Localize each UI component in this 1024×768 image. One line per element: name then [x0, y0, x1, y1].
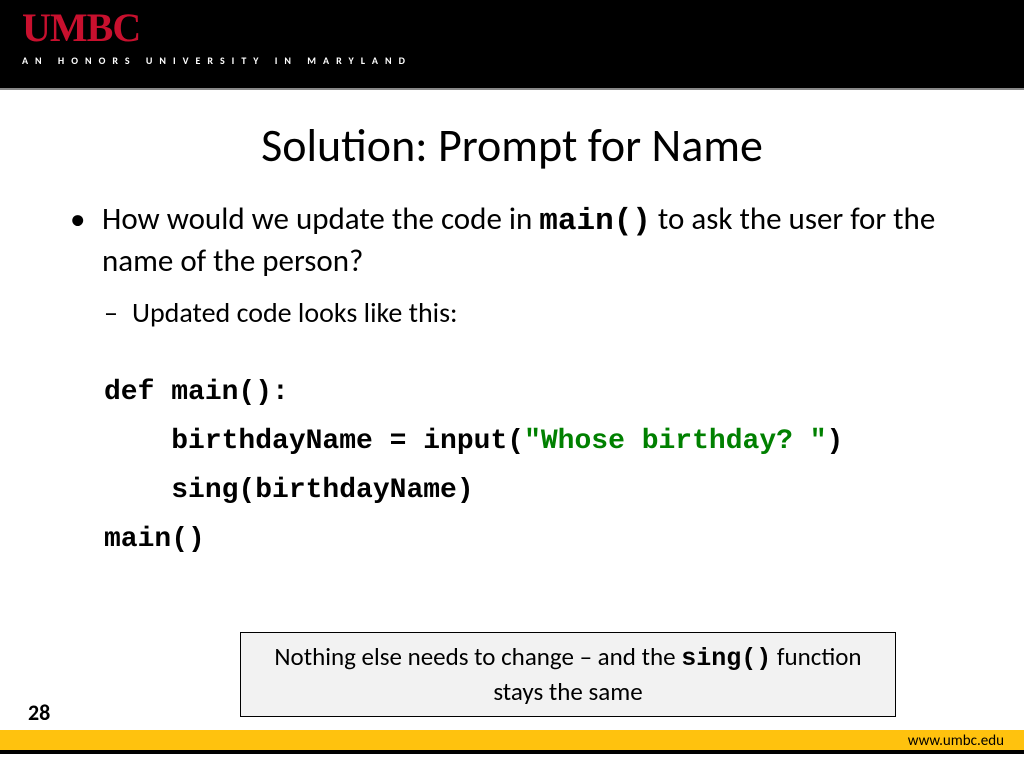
code-line-4: main() — [104, 524, 205, 555]
note-box: Nothing else needs to change – and the s… — [240, 632, 896, 717]
code-line-3: sing(birthdayName) — [104, 475, 474, 506]
header-bar: UMBC AN HONORS UNIVERSITY IN MARYLAND — [0, 0, 1024, 90]
bullet-code: main() — [539, 204, 651, 239]
code-line-1: def main(): — [104, 377, 289, 408]
code-line-2a: birthdayName = input( — [104, 426, 524, 457]
content-area: How would we update the code in main() t… — [0, 174, 1024, 564]
logo-text: UMBC — [22, 8, 1024, 48]
logo-tagline: AN HONORS UNIVERSITY IN MARYLAND — [22, 54, 1024, 67]
slide: UMBC AN HONORS UNIVERSITY IN MARYLAND So… — [0, 0, 1024, 768]
code-line-2c: ) — [827, 426, 844, 457]
code-string: "Whose birthday? " — [524, 426, 826, 457]
footer-line — [0, 750, 1024, 754]
note-code: sing() — [681, 644, 771, 673]
slide-title: Solution: Prompt for Name — [0, 118, 1024, 174]
footer-bar — [0, 730, 1024, 750]
bullet-text-pre: How would we update the code in — [102, 200, 539, 238]
note-text-1: Nothing else needs to change – and the — [274, 641, 681, 672]
bullet-sub: Updated code looks like this: — [70, 295, 984, 330]
code-block: def main(): birthdayName = input("Whose … — [104, 368, 984, 564]
page-number: 28 — [28, 699, 50, 726]
footer-url: www.umbc.edu — [908, 732, 1004, 750]
bullet-main: How would we update the code in main() t… — [70, 200, 984, 281]
